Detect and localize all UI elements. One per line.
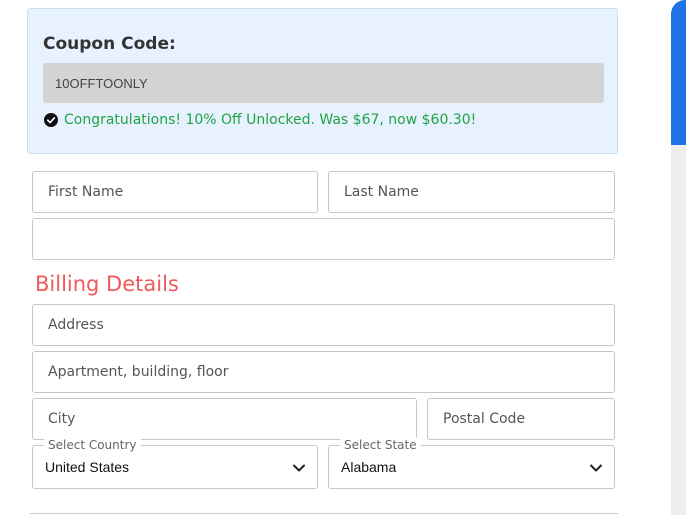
city-input[interactable] [32, 398, 417, 440]
section-divider [30, 513, 618, 514]
side-accent-bar [671, 0, 686, 145]
check-circle-icon [44, 113, 58, 127]
coupon-section: Coupon Code: Congratulations! 10% Off Un… [27, 8, 618, 154]
postal-code-input[interactable] [427, 398, 615, 440]
state-select[interactable]: Select State Alabama [328, 438, 615, 489]
last-name-input[interactable] [328, 171, 615, 213]
state-select-value: Alabama [341, 459, 397, 475]
country-select[interactable]: Select Country United States [32, 438, 318, 489]
email-input[interactable] [32, 218, 615, 260]
country-select-value: United States [45, 459, 130, 475]
billing-details-heading: Billing Details [35, 272, 179, 296]
chevron-down-icon [590, 464, 602, 472]
address-input[interactable] [32, 304, 615, 346]
coupon-code-input[interactable] [43, 63, 604, 103]
right-panel-edge [671, 0, 686, 515]
side-grey-bar [671, 145, 686, 515]
coupon-success-message: Congratulations! 10% Off Unlocked. Was $… [44, 112, 476, 128]
checkout-page: Coupon Code: Congratulations! 10% Off Un… [0, 0, 686, 515]
country-select-label: Select Country [44, 438, 141, 452]
coupon-success-text: Congratulations! 10% Off Unlocked. Was $… [64, 112, 477, 128]
apartment-input[interactable] [32, 351, 615, 393]
chevron-down-icon [293, 464, 305, 472]
state-select-label: Select State [340, 438, 421, 452]
coupon-title: Coupon Code: [43, 34, 176, 54]
first-name-input[interactable] [32, 171, 318, 213]
